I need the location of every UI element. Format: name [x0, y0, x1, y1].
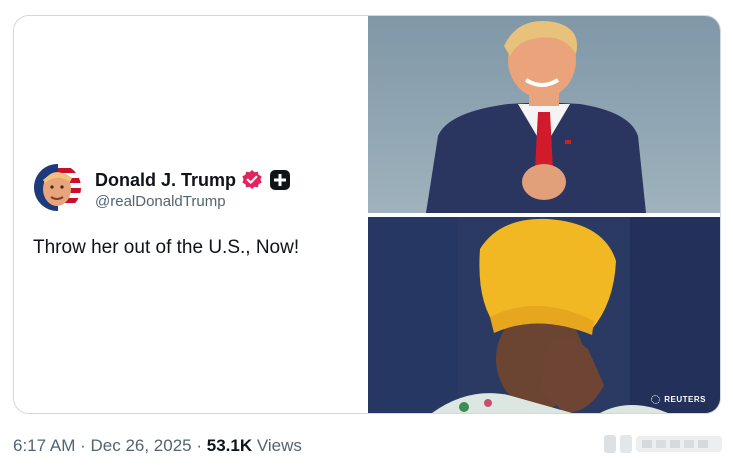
post-time[interactable]: 6:17 AM [13, 436, 75, 455]
tweet-meta: 6:17 AM · Dec 26, 2025 · 53.1K Views [13, 436, 302, 456]
watermark-label: REUTERS [664, 395, 706, 404]
handle[interactable]: @realDonaldTrump [95, 193, 226, 210]
display-name[interactable]: Donald J. Trump [95, 170, 236, 191]
plus-badge-icon[interactable] [269, 169, 291, 191]
meta-separator: · [191, 436, 207, 455]
blurred-watermark-image [604, 431, 724, 457]
avatar[interactable] [34, 164, 81, 211]
quoted-post-panel[interactable]: Donald J. Trump @realDonaldTrump Throw h… [14, 16, 368, 413]
tweet-media-card[interactable]: Donald J. Trump @realDonaldTrump Throw h… [13, 15, 721, 414]
verified-icon[interactable] [241, 169, 263, 191]
views-count[interactable]: 53.1K [207, 436, 252, 455]
views-label: Views [252, 436, 302, 455]
photo-woman-yellow-headscarf[interactable]: REUTERS [368, 217, 720, 413]
reuters-logo-icon [651, 395, 661, 404]
photo-man-red-tie-clapping[interactable] [368, 16, 720, 213]
post-date[interactable]: Dec 26, 2025 [90, 436, 191, 455]
meta-separator: · [75, 436, 91, 455]
reuters-watermark: REUTERS [651, 395, 706, 404]
tweet-text: Throw her out of the U.S., Now! [33, 237, 300, 258]
